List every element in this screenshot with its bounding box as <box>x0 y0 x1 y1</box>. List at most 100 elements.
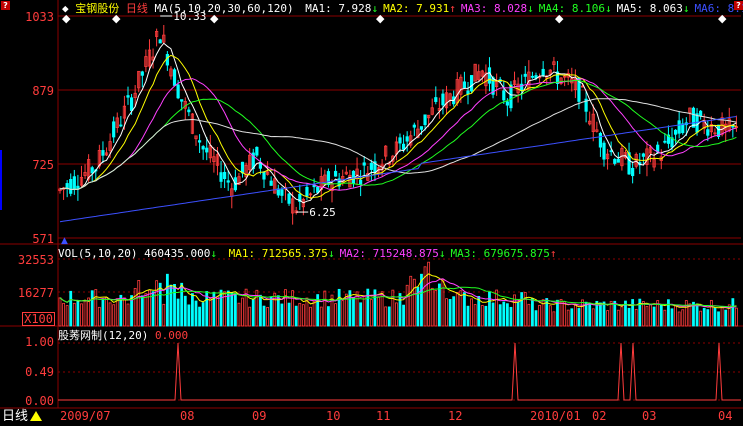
volume-bar <box>251 298 255 327</box>
volume-bar <box>362 296 366 327</box>
volume-bar <box>602 301 606 327</box>
ma-indicator-label: MA(5,10,20,30,60,120) <box>154 2 294 15</box>
ma4-line <box>59 79 737 191</box>
volume-bar <box>201 302 205 327</box>
volume-bar <box>531 298 534 327</box>
volume-bar <box>463 292 466 327</box>
volume-bar <box>312 300 316 327</box>
candle-body <box>316 186 320 193</box>
volume-bar <box>126 303 130 327</box>
volume-bar <box>534 310 538 327</box>
candle-body <box>699 110 703 117</box>
volume-bar <box>720 306 724 327</box>
stock-name[interactable]: 宝钢股份 <box>75 2 119 15</box>
price-panel-header: ◆ 宝钢股份 日线 MA(5,10,20,30,60,120) MA1: 7.9… <box>62 2 743 15</box>
volume-bar <box>430 287 434 327</box>
candle-body <box>541 68 545 76</box>
chart-canvas[interactable]: 10.336.25◆ ◆ ◆ ◆ ◆ ◆▲ <box>0 0 743 426</box>
help-icon[interactable]: ? <box>1 1 10 10</box>
volume-ma-value-2: MA2: 715248.875 <box>339 247 439 260</box>
candle-body <box>158 39 162 44</box>
volume-bar <box>187 304 191 327</box>
volume-bar <box>62 302 65 327</box>
x-tick-02: 02 <box>592 409 607 423</box>
volume-bar <box>83 300 87 327</box>
volume-bar <box>115 298 119 327</box>
candle-body <box>466 90 470 95</box>
volume-bar <box>613 300 617 327</box>
price-tick-571: 571 <box>32 232 54 246</box>
volume-bar <box>634 308 638 327</box>
volume-ma-value-3: MA3: 679675.875 <box>450 247 550 260</box>
volume-ma-value-1-arrow: ↓ <box>327 247 335 260</box>
volume-bar <box>391 289 395 327</box>
candle-body <box>69 179 73 194</box>
candle-body <box>226 180 230 183</box>
volume-bar <box>183 295 187 327</box>
volume-bar <box>702 307 706 327</box>
ma3-line <box>59 78 737 191</box>
period-label[interactable]: 日线 <box>126 2 148 15</box>
volume-bar <box>473 304 477 327</box>
x-tick-2010-01: 2010/01 <box>530 409 581 423</box>
expand-icon[interactable]: ◆ <box>62 2 69 15</box>
volume-bar <box>548 305 552 327</box>
volume-bar <box>366 288 370 327</box>
volume-bar <box>176 298 180 327</box>
x-tick-11: 11 <box>376 409 391 423</box>
volume-bar <box>674 305 677 327</box>
candle-body <box>205 147 209 153</box>
volume-bar <box>437 283 441 327</box>
volume-bar <box>398 293 402 327</box>
volume-bar <box>162 303 166 327</box>
volume-bar <box>165 273 169 327</box>
candle-body <box>305 186 309 197</box>
volume-bar <box>441 279 445 327</box>
volume-bar <box>566 309 570 327</box>
candle-body <box>172 69 177 86</box>
volume-bar <box>448 299 452 327</box>
period-switch-label: 日线 <box>2 409 29 424</box>
volume-ma-value-3-arrow: ↑ <box>549 247 557 260</box>
volume-bar <box>101 299 105 327</box>
candle-body <box>663 140 667 143</box>
indicator-tick-049: 0.49 <box>25 365 54 379</box>
ma-value-2-arrow: ↑ <box>449 2 456 15</box>
indicator-tick-0: 0.00 <box>25 394 54 408</box>
candle-body <box>631 167 635 177</box>
volume-bar <box>123 297 126 327</box>
volume-panel-header: VOL(5,10,20) 460435.000↓ MA1: 712565.375… <box>58 247 557 260</box>
candle-body <box>613 158 617 164</box>
candle-body <box>165 54 169 66</box>
candle-body <box>695 113 699 133</box>
candle-body <box>401 143 406 150</box>
candle-body <box>681 123 685 134</box>
volume-bar <box>377 296 380 327</box>
volume-bar <box>94 289 98 327</box>
x-tick-12: 12 <box>448 409 463 423</box>
volume-bar <box>148 289 151 327</box>
volume-bar <box>140 295 144 327</box>
volume-bar <box>509 306 513 327</box>
volume-indicator-label: VOL(5,10,20) <box>58 247 138 260</box>
candle-body <box>333 170 338 177</box>
volume-bar <box>520 292 524 327</box>
candle-body <box>280 189 284 196</box>
volume-bar <box>194 300 198 327</box>
volume-bar <box>552 311 556 327</box>
candle-body <box>223 171 227 180</box>
volume-bar <box>144 293 148 327</box>
volume-bar <box>112 304 116 327</box>
volume-bar <box>327 306 330 327</box>
volume-value: 460435.000 <box>144 247 211 260</box>
candle-body <box>362 162 366 166</box>
volume-bar <box>105 297 108 327</box>
volume-bar <box>556 299 559 327</box>
period-switch-button[interactable]: 日线 <box>2 408 43 425</box>
price-tick-1033: 1033 <box>25 10 54 24</box>
volume-bar <box>69 290 73 327</box>
volume-bar <box>301 304 305 327</box>
ma-value-3-arrow: ↓ <box>527 2 534 15</box>
volume-ma-value-2-arrow: ↓ <box>438 247 446 260</box>
candle-body <box>262 171 266 180</box>
